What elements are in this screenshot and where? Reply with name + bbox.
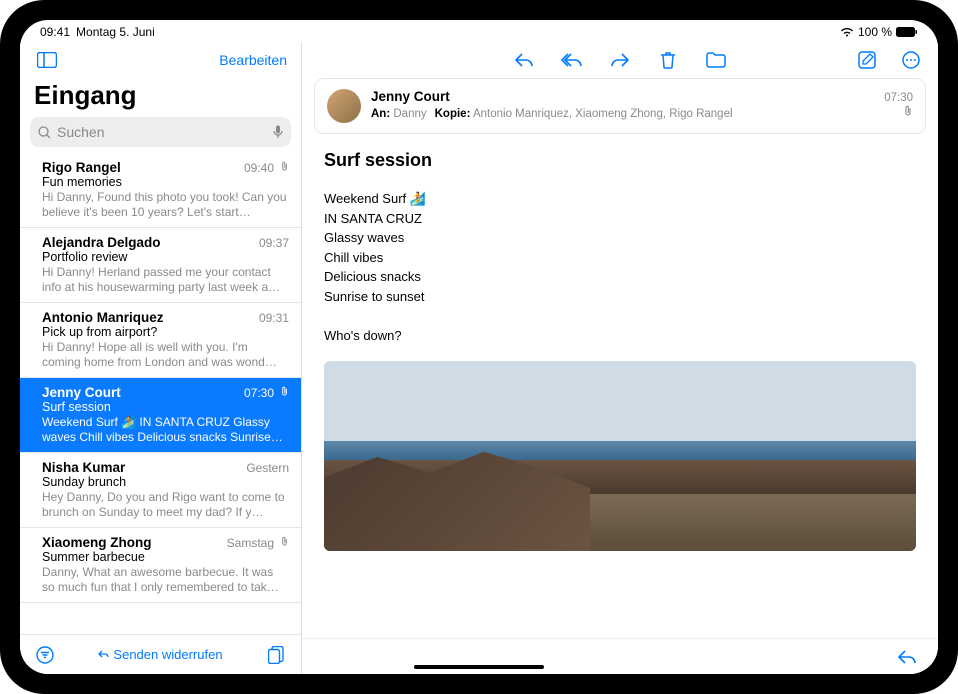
msg-time: 09:31 [259, 311, 289, 325]
sidebar-toggle-icon[interactable] [34, 47, 60, 73]
avatar[interactable] [327, 89, 361, 123]
search-box[interactable] [30, 117, 291, 147]
reply-icon[interactable] [511, 47, 537, 73]
status-time: 09:41 [40, 25, 70, 39]
status-bar: 09:41 Montag 5. Juni 100 % [20, 20, 938, 42]
msg-sender: Antonio Manriquez [42, 310, 164, 325]
reply-all-icon[interactable] [559, 47, 585, 73]
message-item[interactable]: Nisha Kumar Gestern Sunday brunch Hey Da… [20, 453, 301, 528]
msg-time: Samstag [227, 536, 274, 550]
mail-time: 07:30 [884, 92, 913, 104]
msg-time: 09:37 [259, 236, 289, 250]
msg-sender: Jenny Court [42, 385, 121, 400]
attachment-icon [280, 386, 289, 400]
folder-icon[interactable] [703, 47, 729, 73]
mail-subject: Surf session [324, 150, 916, 171]
status-date: Montag 5. Juni [76, 25, 155, 39]
msg-preview: Hey Danny, Do you and Rigo want to come … [42, 490, 289, 520]
message-item[interactable]: Antonio Manriquez 09:31 Pick up from air… [20, 303, 301, 378]
search-input[interactable] [57, 124, 267, 140]
mail-body: Surf session Weekend Surf 🏄 IN SANTA CRU… [302, 134, 938, 638]
undo-send-label: Senden widerrufen [113, 647, 222, 662]
filter-icon[interactable] [32, 642, 58, 668]
sidebar: Bearbeiten Eingang Rigo Rangel 09:40 Fun… [20, 42, 302, 674]
trash-icon[interactable] [655, 47, 681, 73]
to-label: An: [371, 108, 390, 120]
msg-subject: Surf session [42, 400, 289, 414]
quick-reply-icon[interactable] [894, 644, 920, 670]
msg-sender: Xiaomeng Zhong [42, 535, 152, 550]
detail-pane: ••• [302, 42, 938, 674]
mail-attachment-image[interactable] [324, 361, 916, 551]
more-icon[interactable] [898, 47, 924, 73]
msg-subject: Pick up from airport? [42, 325, 289, 339]
msg-preview: Danny, What an awesome barbecue. It was … [42, 565, 289, 595]
msg-sender: Alejandra Delgado [42, 235, 161, 250]
msg-subject: Fun memories [42, 175, 289, 189]
compose-icon[interactable] [854, 47, 880, 73]
msg-preview: Hi Danny! Herland passed me your contact… [42, 265, 289, 295]
mail-text: Weekend Surf 🏄 IN SANTA CRUZ Glassy wave… [324, 189, 916, 345]
edit-button[interactable]: Bearbeiten [219, 52, 287, 68]
cc-value[interactable]: Antonio Manriquez, Xiaomeng Zhong, Rigo … [473, 108, 733, 120]
msg-subject: Sunday brunch [42, 475, 289, 489]
message-item[interactable]: Xiaomeng Zhong Samstag Summer barbecue D… [20, 528, 301, 603]
msg-time: 09:40 [244, 161, 274, 175]
msg-subject: Portfolio review [42, 250, 289, 264]
msg-preview: Weekend Surf 🏄 IN SANTA CRUZ Glassy wave… [42, 415, 289, 445]
msg-preview: Hi Danny! Hope all is well with you. I'm… [42, 340, 289, 370]
to-value[interactable]: Danny [393, 108, 426, 120]
message-item[interactable]: Alejandra Delgado 09:37 Portfolio review… [20, 228, 301, 303]
home-indicator[interactable] [414, 665, 544, 669]
battery-percent: 100 % [858, 25, 892, 39]
attachment-icon [280, 161, 289, 175]
attachment-icon[interactable] [903, 105, 913, 120]
mail-header: Jenny Court 07:30 An: Danny Kopie: Anton… [314, 78, 926, 134]
msg-sender: Nisha Kumar [42, 460, 125, 475]
inbox-title: Eingang [20, 78, 301, 117]
msg-preview: Hi Danny, Found this photo you took! Can… [42, 190, 289, 220]
search-icon [38, 126, 51, 139]
msg-time: 07:30 [244, 386, 274, 400]
msg-sender: Rigo Rangel [42, 160, 121, 175]
cc-label: Kopie: [435, 108, 471, 120]
attachment-icon [280, 536, 289, 550]
message-list: Rigo Rangel 09:40 Fun memories Hi Danny,… [20, 153, 301, 634]
undo-send-button[interactable]: Senden widerrufen [98, 647, 222, 662]
message-item[interactable]: Jenny Court 07:30 Surf session Weekend S… [20, 378, 301, 453]
copy-icon[interactable] [263, 642, 289, 668]
msg-time: Gestern [246, 461, 289, 475]
msg-subject: Summer barbecue [42, 550, 289, 564]
mic-icon[interactable] [273, 125, 283, 139]
from-name[interactable]: Jenny Court [371, 89, 450, 104]
wifi-icon [840, 27, 854, 37]
forward-icon[interactable] [607, 47, 633, 73]
battery-icon [896, 27, 918, 37]
message-item[interactable]: Rigo Rangel 09:40 Fun memories Hi Danny,… [20, 153, 301, 228]
